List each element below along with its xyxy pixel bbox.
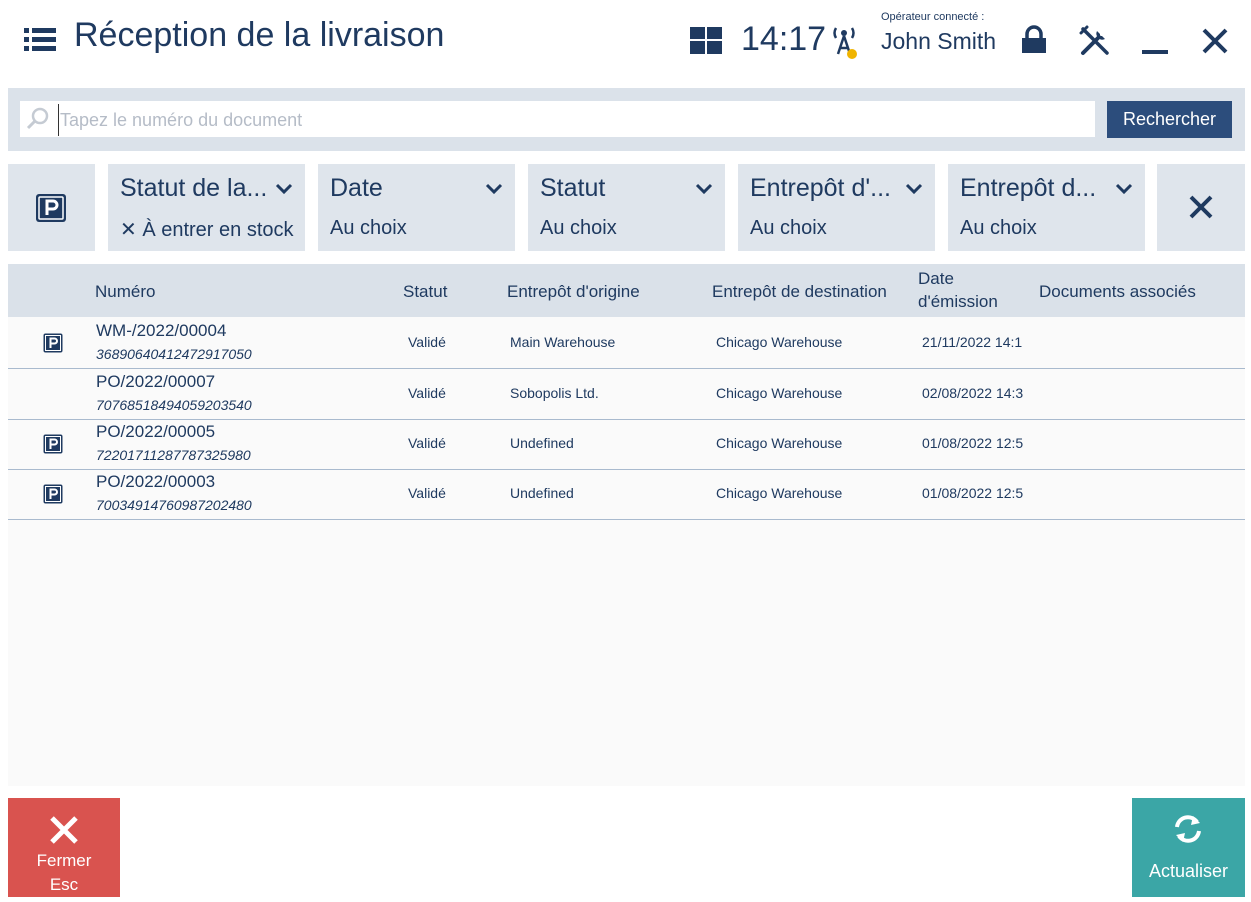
clear-filters-button[interactable]	[1157, 164, 1245, 251]
column-header-documents[interactable]: Documents associés	[1039, 282, 1196, 302]
filter-destination-warehouse[interactable]: Entrepôt d... Au choix	[948, 164, 1145, 251]
chevron-down-icon	[695, 183, 713, 195]
table-row[interactable]: PO/2022/00007 70768518494059203540 Valid…	[8, 369, 1245, 420]
document-code: 70034914760987202480	[96, 497, 252, 513]
filter-delivery-status[interactable]: Statut de la... ✕ À entrer en stock	[108, 164, 305, 251]
destination-cell: Chicago Warehouse	[716, 334, 843, 350]
date-cell: 02/08/2022 14:3	[922, 385, 1024, 401]
filter-title: Entrepôt d...	[960, 174, 1097, 202]
tools-icon[interactable]	[1079, 25, 1111, 57]
column-header-numero[interactable]: Numéro	[95, 282, 155, 302]
filter-value: Au choix	[750, 217, 827, 239]
status-cell: Validé	[408, 334, 446, 350]
status-cell: Validé	[408, 385, 446, 401]
refresh-button[interactable]: Actualiser	[1132, 798, 1245, 897]
filter-value: ✕ À entrer en stock	[120, 219, 294, 241]
table-row[interactable]: PO/2022/00003 70034914760987202480 Valid…	[8, 469, 1245, 520]
operator-name[interactable]: John Smith	[881, 28, 996, 55]
search-input[interactable]	[58, 104, 1092, 136]
document-number: PO/2022/00005	[96, 422, 216, 441]
date-cell: 01/08/2022 12:5	[922, 435, 1024, 451]
column-header-origine[interactable]: Entrepôt d'origine	[507, 282, 640, 302]
documents-table: Numéro Statut Entrepôt d'origine Entrepô…	[8, 264, 1245, 786]
origin-cell: Undefined	[510, 435, 574, 451]
chevron-down-icon	[1115, 183, 1133, 195]
close-button-label: Fermer	[36, 851, 92, 870]
parking-icon	[43, 333, 63, 353]
filter-origin-warehouse[interactable]: Entrepôt d'... Au choix	[738, 164, 935, 251]
destination-cell: Chicago Warehouse	[716, 485, 843, 501]
filter-value: Au choix	[330, 217, 407, 239]
menu-icon[interactable]	[24, 27, 56, 53]
page-title: Réception de la livraison	[74, 16, 445, 54]
chevron-down-icon	[275, 183, 293, 195]
column-header-date-line2[interactable]: d'émission	[918, 292, 998, 312]
minimize-icon[interactable]	[1140, 30, 1170, 56]
date-cell: 21/11/2022 14:1	[922, 334, 1023, 350]
parking-icon	[43, 484, 63, 504]
search-button[interactable]: Rechercher	[1107, 101, 1232, 138]
search-box	[20, 101, 1095, 137]
layout-grid-icon[interactable]	[690, 27, 722, 54]
parking-icon	[36, 194, 66, 222]
column-header-destination[interactable]: Entrepôt de destination	[712, 282, 887, 302]
close-icon	[1189, 195, 1213, 219]
destination-cell: Chicago Warehouse	[716, 435, 843, 451]
search-icon	[26, 107, 49, 130]
connection-icon[interactable]	[832, 24, 862, 60]
close-button-shortcut: Esc	[49, 875, 79, 894]
table-row[interactable]: PO/2022/00005 72201711287787325980 Valid…	[8, 419, 1245, 470]
filter-title: Statut de la...	[120, 174, 268, 202]
parking-icon	[43, 434, 63, 454]
table-header: Numéro Statut Entrepôt d'origine Entrepô…	[8, 264, 1245, 317]
document-number: WM-/2022/00004	[96, 321, 227, 340]
document-number: PO/2022/00007	[96, 372, 216, 391]
origin-cell: Main Warehouse	[510, 334, 616, 350]
app-header: Réception de la livraison 14:17 Opérateu…	[0, 0, 1251, 86]
filter-value: Au choix	[960, 217, 1037, 239]
filter-status[interactable]: Statut Au choix	[528, 164, 725, 251]
close-button[interactable]: Fermer Esc	[8, 798, 120, 897]
filter-title: Date	[330, 174, 383, 202]
table-row[interactable]: WM-/2022/00004 36890640412472917050 Vali…	[8, 318, 1245, 369]
operator-caption: Opérateur connecté :	[881, 11, 985, 23]
destination-cell: Chicago Warehouse	[716, 385, 843, 401]
search-bar: Rechercher	[8, 88, 1245, 151]
refresh-icon	[1175, 815, 1201, 843]
filter-title: Entrepôt d'...	[750, 174, 891, 202]
clock: 14:17	[741, 20, 827, 58]
status-cell: Validé	[408, 435, 446, 451]
document-code: 72201711287787325980	[96, 447, 251, 463]
chevron-down-icon	[485, 183, 503, 195]
document-code: 36890640412472917050	[96, 346, 252, 362]
filter-date[interactable]: Date Au choix	[318, 164, 515, 251]
column-header-statut[interactable]: Statut	[403, 282, 447, 302]
status-cell: Validé	[408, 485, 446, 501]
origin-cell: Sobopolis Ltd.	[510, 385, 599, 401]
close-icon[interactable]	[1200, 26, 1230, 56]
origin-cell: Undefined	[510, 485, 574, 501]
refresh-button-label: Actualiser	[1148, 861, 1229, 881]
lock-icon[interactable]	[1020, 25, 1048, 55]
column-header-date-line1[interactable]: Date	[918, 269, 954, 289]
filter-value: Au choix	[540, 217, 617, 239]
chevron-down-icon	[905, 183, 923, 195]
date-cell: 01/08/2022 12:5	[922, 485, 1024, 501]
filter-title: Statut	[540, 174, 606, 202]
document-code: 70768518494059203540	[96, 397, 252, 413]
parking-filter-button[interactable]	[8, 164, 95, 251]
document-number: PO/2022/00003	[96, 472, 216, 491]
close-icon	[50, 816, 78, 844]
